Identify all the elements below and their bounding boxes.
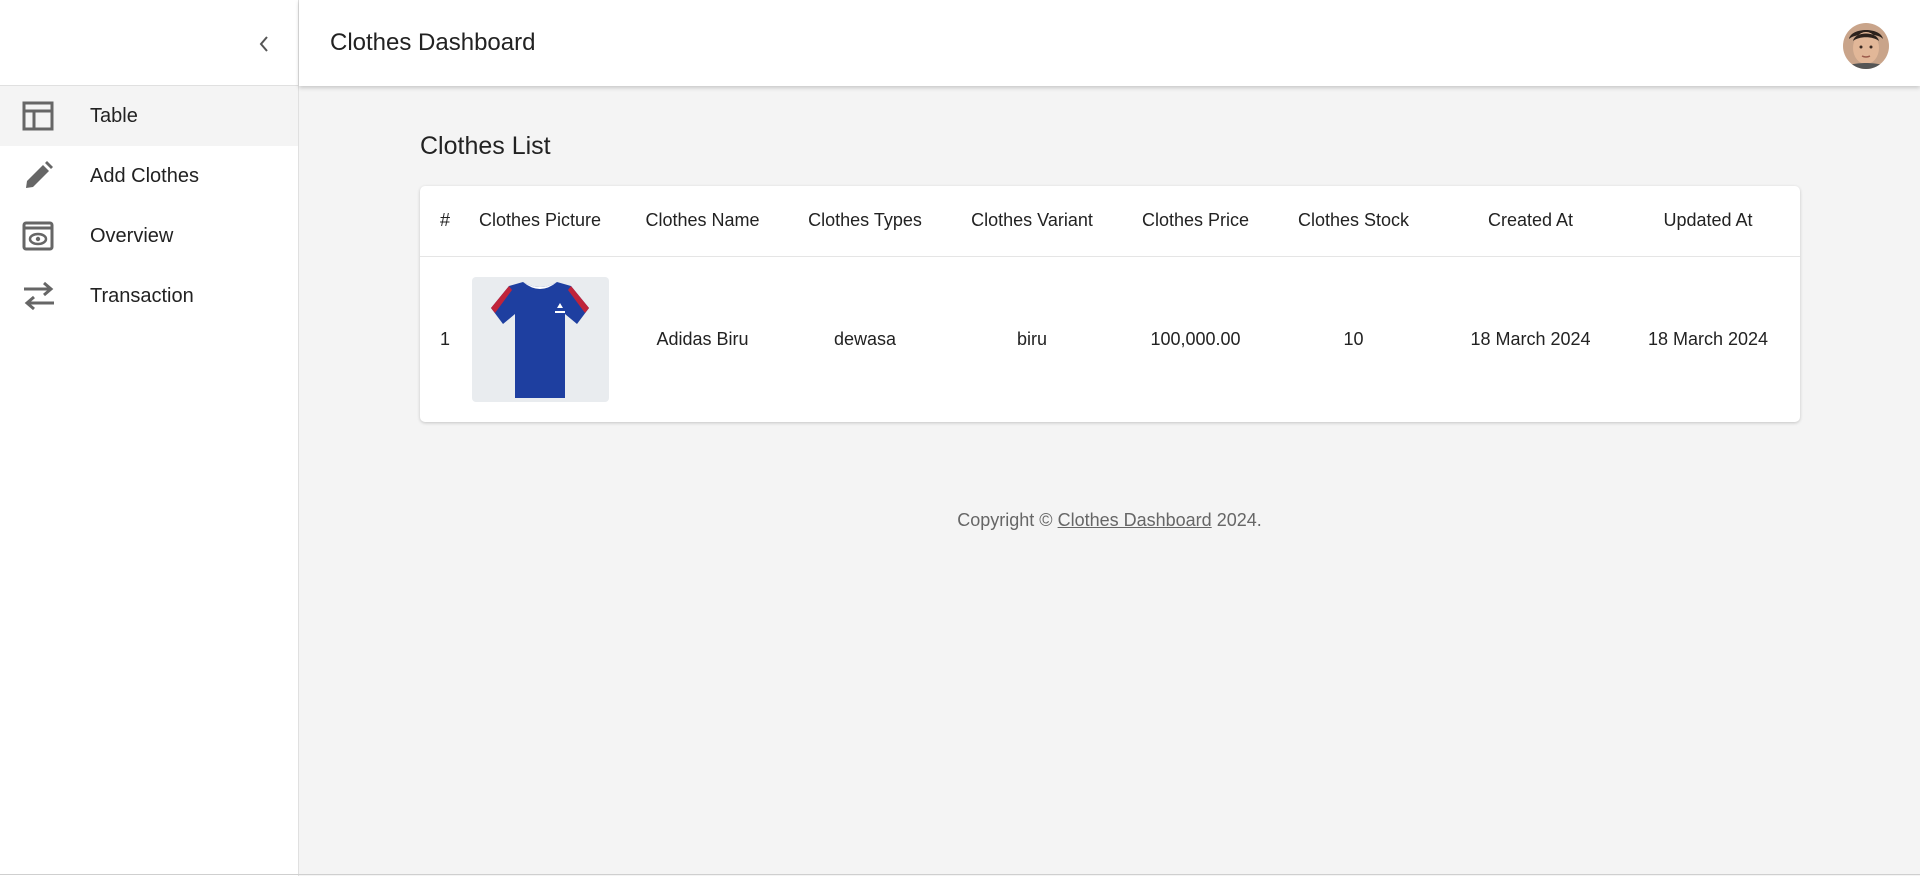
col-header-created: Created At (1445, 186, 1616, 257)
sidebar-item-label: Transaction (90, 284, 194, 307)
cell-type: dewasa (833, 328, 897, 349)
page-title: Clothes Dashboard (330, 29, 536, 56)
col-header-updated: Updated At (1616, 186, 1800, 257)
cell-variant: biru (1016, 328, 1047, 349)
pencil-icon (0, 160, 90, 192)
col-header-types: Clothes Types (795, 186, 935, 257)
col-header-price: Clothes Price (1129, 186, 1262, 257)
clothes-table: # Clothes Picture Clothes Name Clothes T… (420, 186, 1800, 422)
sidebar-item-add-clothes[interactable]: Add Clothes (0, 146, 298, 206)
tshirt-image (491, 282, 589, 399)
user-avatar-icon (1843, 23, 1889, 69)
col-header-stock: Clothes Stock (1262, 186, 1445, 257)
preview-icon (0, 221, 90, 251)
cell-updated: 18 March 2024 (1647, 328, 1769, 349)
collapse-sidebar-button[interactable] (250, 30, 278, 58)
top-app-bar: Clothes Dashboard (299, 0, 1920, 86)
section-title: Clothes List (420, 132, 551, 160)
copyright-prefix: Copyright © (957, 510, 1053, 530)
col-header-picture: Clothes Picture (470, 186, 610, 257)
sidebar-item-label: Add Clothes (90, 164, 199, 187)
sidebar-item-label: Overview (90, 224, 174, 247)
divider (0, 874, 1920, 875)
swap-icon (0, 280, 90, 312)
col-header-name: Clothes Name (610, 186, 795, 257)
cell-price: 100,000.00 (1150, 328, 1241, 349)
sidebar-top (0, 0, 298, 86)
avatar[interactable] (1843, 23, 1889, 69)
footer-link[interactable]: Clothes Dashboard (1058, 510, 1212, 530)
cell-name: Adidas Biru (656, 328, 749, 349)
app-root: Table Add Clothes Overview Transaction C… (0, 0, 1920, 876)
col-header-number: # (420, 186, 470, 257)
cell-stock: 10 (1343, 328, 1364, 349)
table-icon (0, 101, 90, 131)
col-header-variant: Clothes Variant (935, 186, 1129, 257)
cell-created: 18 March 2024 (1470, 328, 1591, 349)
cell-number: 1 (439, 328, 450, 349)
clothes-thumbnail[interactable] (471, 276, 609, 402)
table-row[interactable]: 1 Adidas Biru dewasa biru 100,000.00 10 … (420, 256, 1800, 422)
sidebar: Table Add Clothes Overview Transaction (0, 0, 299, 876)
chevron-left-icon (259, 36, 268, 52)
sidebar-item-label: Table (90, 104, 138, 127)
table-header-row: # Clothes Picture Clothes Name Clothes T… (420, 186, 1800, 257)
sidebar-item-table[interactable]: Table (0, 86, 298, 146)
sidebar-item-overview[interactable]: Overview (0, 206, 298, 266)
footer: Copyright © Clothes Dashboard 2024. (299, 510, 1920, 531)
clothes-table-card: # Clothes Picture Clothes Name Clothes T… (420, 186, 1800, 422)
sidebar-item-transaction[interactable]: Transaction (0, 266, 298, 326)
copyright-year: 2024. (1216, 510, 1262, 530)
cell-picture (470, 256, 610, 422)
